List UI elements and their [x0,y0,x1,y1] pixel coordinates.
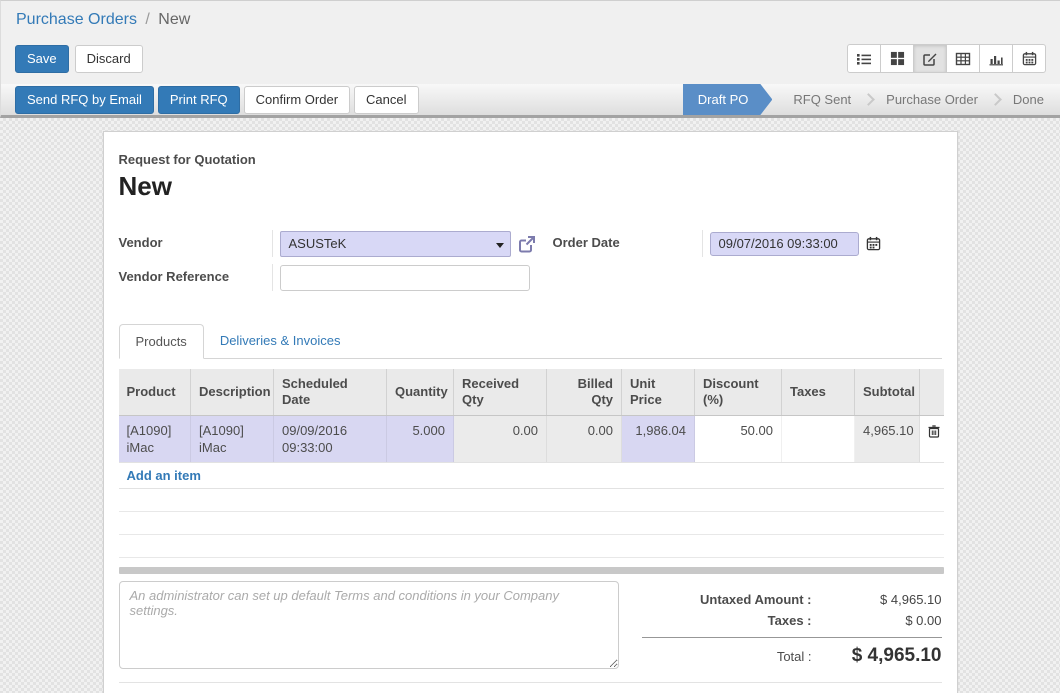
discard-button[interactable]: Discard [75,45,143,73]
empty-line [119,535,944,558]
col-quantity[interactable]: Quantity [387,369,454,416]
breadcrumb-purchase-orders[interactable]: Purchase Orders [16,11,137,28]
vendor-reference-field-row: Vendor Reference [119,264,553,291]
tab-deliveries-invoices[interactable]: Deliveries & Invoices [204,324,357,358]
tab-products[interactable]: Products [119,324,204,359]
cancel-button[interactable]: Cancel [354,86,418,114]
trash-icon [928,425,940,438]
vendor-value: ASUSTeK [289,236,347,251]
pivot-icon [955,51,971,67]
form-background: Request for Quotation New Vendor ASUSTeK [0,118,1060,693]
datepicker-calendar-icon[interactable] [866,236,881,251]
cell-quantity[interactable]: 5.000 [387,416,454,463]
status-bar: Send RFQ by Email Print RFQ Confirm Orde… [0,84,1060,118]
delete-line-button[interactable] [920,416,944,463]
cell-scheduled-date[interactable]: 09/09/2016 09:33:00 [274,416,387,463]
total-value: $ 4,965.10 [832,645,942,667]
col-taxes[interactable]: Taxes [782,369,855,416]
horizontal-scrollbar[interactable] [119,567,944,574]
send-rfq-by-email-button[interactable]: Send RFQ by Email [15,86,154,114]
edit-icon [922,51,938,67]
status-pipeline: Draft PO RFQ Sent Purchase Order Done [683,84,1060,115]
state-purchase-order[interactable]: Purchase Order [873,92,991,107]
add-an-item-link[interactable]: Add an item [127,468,201,483]
vendor-field-row: Vendor ASUSTeK [119,230,553,257]
calendar-icon [1022,51,1037,66]
notebook-tabs: Products Deliveries & Invoices [119,324,942,359]
view-switcher [847,44,1046,73]
field-groups: Vendor ASUSTeK [119,230,942,298]
form-sheet: Request for Quotation New Vendor ASUSTeK [103,131,958,693]
col-received-qty[interactable]: Received Qty [454,369,547,416]
field-group-right: Order Date [553,230,942,298]
col-actions [920,369,944,416]
list-icon [856,51,872,67]
state-rfq-sent[interactable]: RFQ Sent [780,92,864,107]
print-rfq-button[interactable]: Print RFQ [158,86,240,114]
pivot-view-button[interactable] [946,44,980,73]
col-scheduled-date[interactable]: Scheduled Date [274,369,387,416]
col-unit-price[interactable]: Unit Price [622,369,695,416]
order-date-field-row: Order Date [553,230,942,257]
untaxed-amount-label: Untaxed Amount : [642,592,832,607]
table-header-row: Product Description Scheduled Date Quant… [119,369,944,416]
totals-separator [642,637,942,638]
save-button[interactable]: Save [15,45,69,73]
form-view-button[interactable] [913,44,947,73]
terms-conditions-textarea[interactable] [119,581,619,669]
taxes-label: Taxes : [642,613,832,628]
bottom-section: Untaxed Amount : $ 4,965.10 Taxes : $ 0.… [119,581,942,670]
order-lines-table: Product Description Scheduled Date Quant… [119,369,944,463]
graph-view-button[interactable] [979,44,1013,73]
page-title: New [119,171,942,202]
open-record-icon[interactable] [517,234,537,254]
order-date-label: Order Date [553,230,702,257]
caret-down-icon [496,243,504,248]
breadcrumb-separator: / [141,11,153,28]
empty-line [119,512,944,535]
form-subtitle: Request for Quotation [119,152,942,167]
col-discount[interactable]: Discount (%) [695,369,782,416]
vendor-reference-label: Vendor Reference [119,264,272,291]
cell-discount[interactable]: 50.00 [695,416,782,463]
total-label: Total : [642,649,832,664]
breadcrumb-current: New [158,11,190,28]
untaxed-amount-value: $ 4,965.10 [832,592,942,607]
breadcrumb: Purchase Orders / New [1,1,1060,29]
state-done[interactable]: Done [1000,92,1060,107]
calendar-view-button[interactable] [1012,44,1046,73]
totals-block: Untaxed Amount : $ 4,965.10 Taxes : $ 0.… [642,581,942,670]
cell-received-qty: 0.00 [454,416,547,463]
col-description[interactable]: Description [191,369,274,416]
sheet-bottom-divider [119,682,942,683]
taxes-value: $ 0.00 [832,613,942,628]
order-date-input[interactable] [710,232,859,256]
add-item-row: Add an item [119,463,944,489]
kanban-icon [890,51,905,66]
cell-subtotal: 4,965.10 [855,416,920,463]
cell-taxes[interactable] [782,416,855,463]
vendor-select[interactable]: ASUSTeK [280,231,511,257]
cell-billed-qty: 0.00 [547,416,622,463]
cell-product[interactable]: [A1090] iMac [119,416,191,463]
kanban-view-button[interactable] [880,44,914,73]
empty-line [119,489,944,512]
vendor-reference-input[interactable] [280,265,530,291]
state-draft-po[interactable]: Draft PO [683,84,773,115]
col-product[interactable]: Product [119,369,191,416]
table-row[interactable]: [A1090] iMac [A1090] iMac 09/09/2016 09:… [119,416,944,463]
col-subtotal[interactable]: Subtotal [855,369,920,416]
list-view-button[interactable] [847,44,881,73]
vendor-label: Vendor [119,230,272,257]
top-bar: Purchase Orders / New Save Discard [0,0,1060,84]
field-group-left: Vendor ASUSTeK [119,230,553,298]
cell-unit-price[interactable]: 1,986.04 [622,416,695,463]
confirm-order-button[interactable]: Confirm Order [244,86,350,114]
col-billed-qty[interactable]: Billed Qty [547,369,622,416]
toolbar: Save Discard [1,44,1060,73]
bar-chart-icon [988,51,1004,67]
cell-description[interactable]: [A1090] iMac [191,416,274,463]
